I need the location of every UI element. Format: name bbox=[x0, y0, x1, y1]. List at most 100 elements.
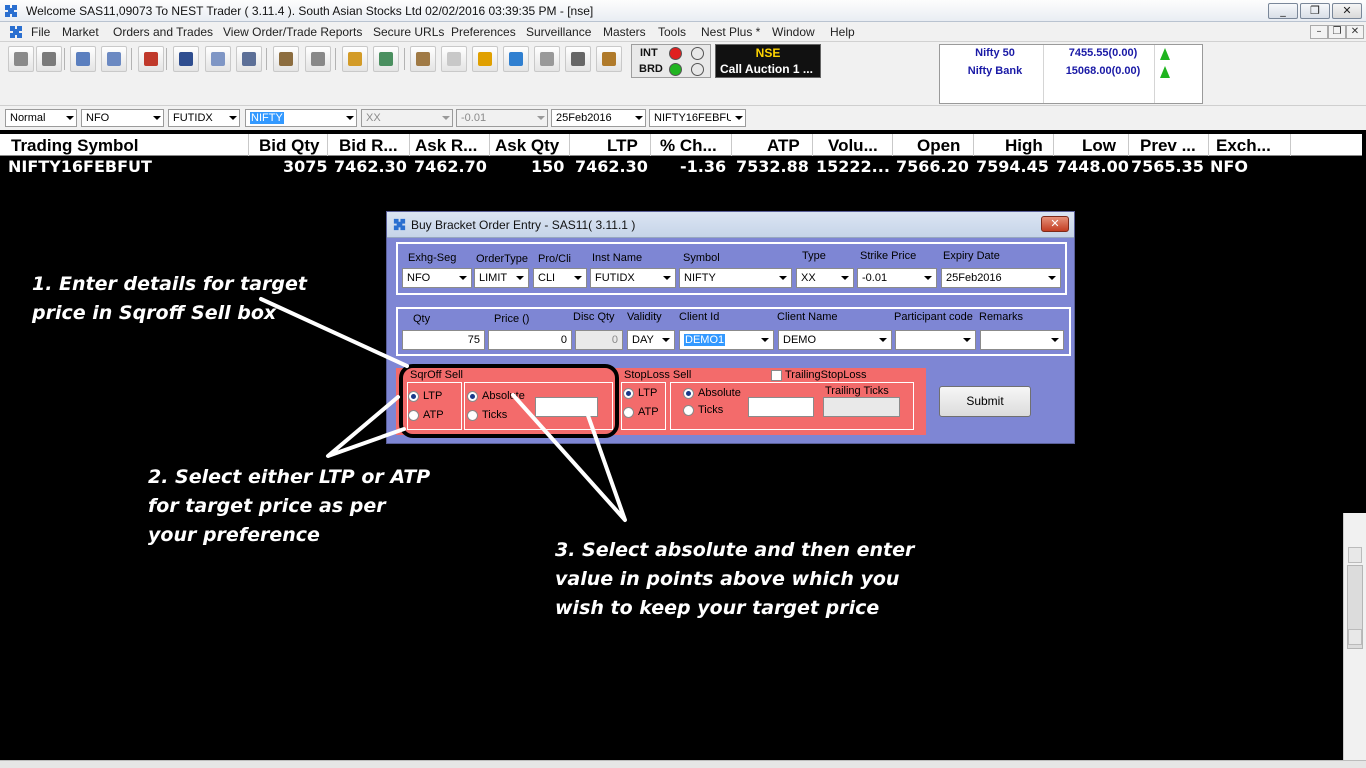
menu-tools[interactable]: Tools bbox=[658, 25, 686, 39]
validity-select[interactable]: DAY bbox=[627, 330, 675, 350]
symbol-select[interactable]: NIFTY bbox=[679, 268, 792, 288]
column-percent-change[interactable]: % Ch... bbox=[660, 136, 717, 156]
stoploss-atp-radio[interactable] bbox=[623, 407, 634, 418]
exchange-name: NSE bbox=[755, 46, 781, 60]
column-high[interactable]: High bbox=[1005, 136, 1043, 156]
expiry-date-value: 25Feb2016 bbox=[556, 112, 612, 124]
menu-file[interactable]: File bbox=[31, 25, 50, 39]
toolbar-calendar-icon[interactable] bbox=[410, 46, 436, 72]
toolbar-charts-icon[interactable] bbox=[273, 46, 299, 72]
client-id-select[interactable]: DEMO1 bbox=[679, 330, 774, 350]
toolbar-order-book-icon[interactable] bbox=[138, 46, 164, 72]
column-ask-qty[interactable]: Ask Qty bbox=[495, 136, 559, 156]
remarks-select[interactable] bbox=[980, 330, 1064, 350]
toolbar-clipboard-icon[interactable] bbox=[565, 46, 591, 72]
toolbar-tools-icon[interactable] bbox=[36, 46, 62, 72]
chevron-down-icon bbox=[731, 110, 745, 126]
column-bid-rate[interactable]: Bid R... bbox=[339, 136, 398, 156]
stoploss-ltp-radio[interactable] bbox=[623, 388, 634, 399]
mdi-restore-button[interactable]: ❐ bbox=[1328, 25, 1346, 39]
index-row-nifty-50[interactable]: Nifty 50 7455.55(0.00) bbox=[940, 47, 1202, 65]
menu-view-order-trade-reports[interactable]: View Order/Trade Reports bbox=[223, 25, 362, 39]
column-bid-qty[interactable]: Bid Qty bbox=[259, 136, 319, 156]
type-select[interactable]: XX bbox=[796, 268, 854, 288]
expiry-date-select[interactable]: 25Feb2016 bbox=[941, 268, 1061, 288]
column-exchange[interactable]: Exch... bbox=[1216, 136, 1271, 156]
trailing-stoploss-checkbox[interactable] bbox=[771, 370, 782, 381]
table-row[interactable]: NIFTY16FEBFUT 3075 7462.30 7462.70 150 7… bbox=[0, 157, 1362, 177]
disc-qty-input[interactable]: 0 bbox=[575, 330, 623, 350]
stoploss-value-input[interactable] bbox=[748, 397, 814, 417]
column-prev-close[interactable]: Prev ... bbox=[1140, 136, 1196, 156]
cell-bid-rate: 7462.30 bbox=[334, 157, 407, 176]
menu-orders-and-trades[interactable]: Orders and Trades bbox=[113, 25, 213, 39]
restore-button[interactable]: ❐ bbox=[1300, 3, 1330, 19]
toolbar-market-picture-icon[interactable] bbox=[101, 46, 127, 72]
menu-market[interactable]: Market bbox=[62, 25, 99, 39]
toolbar-positions-icon[interactable] bbox=[205, 46, 231, 72]
trailing-ticks-input[interactable] bbox=[823, 397, 900, 417]
column-ask-rate[interactable]: Ask R... bbox=[415, 136, 477, 156]
toolbar-chart-icon[interactable] bbox=[472, 46, 498, 72]
column-divider bbox=[731, 134, 732, 156]
exch-seg-select[interactable]: NFO bbox=[402, 268, 472, 288]
vertical-scrollbar[interactable] bbox=[1343, 513, 1366, 768]
menu-window[interactable]: Window bbox=[772, 25, 815, 39]
chevron-down-icon bbox=[776, 270, 790, 286]
toolbar-document-icon[interactable] bbox=[441, 46, 467, 72]
menu-masters[interactable]: Masters bbox=[603, 25, 646, 39]
stoploss-ticks-radio[interactable] bbox=[683, 405, 694, 416]
toolbar-reports-icon[interactable] bbox=[373, 46, 399, 72]
column-low[interactable]: Low bbox=[1082, 136, 1116, 156]
column-volume[interactable]: Volu... bbox=[828, 136, 878, 156]
client-name-select[interactable]: DEMO bbox=[778, 330, 892, 350]
option-type-select[interactable]: XX bbox=[361, 109, 453, 127]
toolbar-scale-icon[interactable] bbox=[534, 46, 560, 72]
expiry-date-select[interactable]: 25Feb2016 bbox=[551, 109, 646, 127]
scroll-up-arrow-icon[interactable] bbox=[1348, 547, 1362, 563]
trading-symbol-select[interactable]: NIFTY16FEBFU bbox=[649, 109, 746, 127]
column-trading-symbol[interactable]: Trading Symbol bbox=[11, 136, 139, 156]
menu-surveillance[interactable]: Surveillance bbox=[526, 25, 591, 39]
toolbar-notes-icon[interactable] bbox=[342, 46, 368, 72]
toolbar-settings-icon[interactable] bbox=[305, 46, 331, 72]
note-2-line-3: your preference bbox=[148, 524, 320, 546]
close-button[interactable]: ✕ bbox=[1332, 3, 1362, 19]
pro-cli-select[interactable]: CLI bbox=[533, 268, 587, 288]
submit-button[interactable]: Submit bbox=[939, 386, 1031, 417]
toolbar-globe-icon[interactable] bbox=[503, 46, 529, 72]
option-type-value: XX bbox=[366, 112, 381, 124]
toolbar-limits-icon[interactable] bbox=[236, 46, 262, 72]
scroll-down-arrow-icon[interactable] bbox=[1348, 629, 1362, 645]
column-open[interactable]: Open bbox=[917, 136, 960, 156]
menu-preferences[interactable]: Preferences bbox=[451, 25, 516, 39]
menu-nest-plus[interactable]: Nest Plus * bbox=[701, 25, 760, 39]
strike-price-select[interactable]: -0.01 bbox=[857, 268, 937, 288]
column-atp[interactable]: ATP bbox=[767, 136, 800, 156]
dialog-close-button[interactable]: ✕ bbox=[1041, 216, 1069, 232]
participant-code-select[interactable] bbox=[895, 330, 976, 350]
price-input[interactable]: 0 bbox=[488, 330, 572, 350]
column-ltp[interactable]: LTP bbox=[607, 136, 638, 156]
menu-secure-urls[interactable]: Secure URLs bbox=[373, 25, 444, 39]
inst-name-select[interactable]: FUTIDX bbox=[590, 268, 676, 288]
inst-name-value: FUTIDX bbox=[595, 272, 635, 284]
toolbar-link-icon[interactable] bbox=[8, 46, 34, 72]
product-type-select[interactable]: Normal bbox=[5, 109, 77, 127]
mdi-close-button[interactable]: ✕ bbox=[1346, 25, 1364, 39]
toolbar-trade-book-icon[interactable] bbox=[173, 46, 199, 72]
mdi-minimize-button[interactable]: – bbox=[1310, 25, 1328, 39]
qty-input[interactable]: 75 bbox=[402, 330, 485, 350]
minimize-button[interactable]: _ bbox=[1268, 3, 1298, 19]
toolbar-market-watch-icon[interactable] bbox=[70, 46, 96, 72]
client-id-value: DEMO1 bbox=[684, 334, 726, 346]
instrument-select[interactable]: FUTIDX bbox=[168, 109, 240, 127]
stoploss-absolute-radio[interactable] bbox=[683, 388, 694, 399]
toolbar-tool-icon[interactable] bbox=[596, 46, 622, 72]
symbol-select[interactable]: NIFTY bbox=[245, 109, 357, 127]
strike-price-select[interactable]: -0.01 bbox=[456, 109, 548, 127]
exchange-segment-select[interactable]: NFO bbox=[81, 109, 164, 127]
menu-help[interactable]: Help bbox=[830, 25, 855, 39]
order-type-select[interactable]: LIMIT bbox=[474, 268, 529, 288]
index-row-nifty-bank[interactable]: Nifty Bank 15068.00(0.00) bbox=[940, 65, 1202, 83]
